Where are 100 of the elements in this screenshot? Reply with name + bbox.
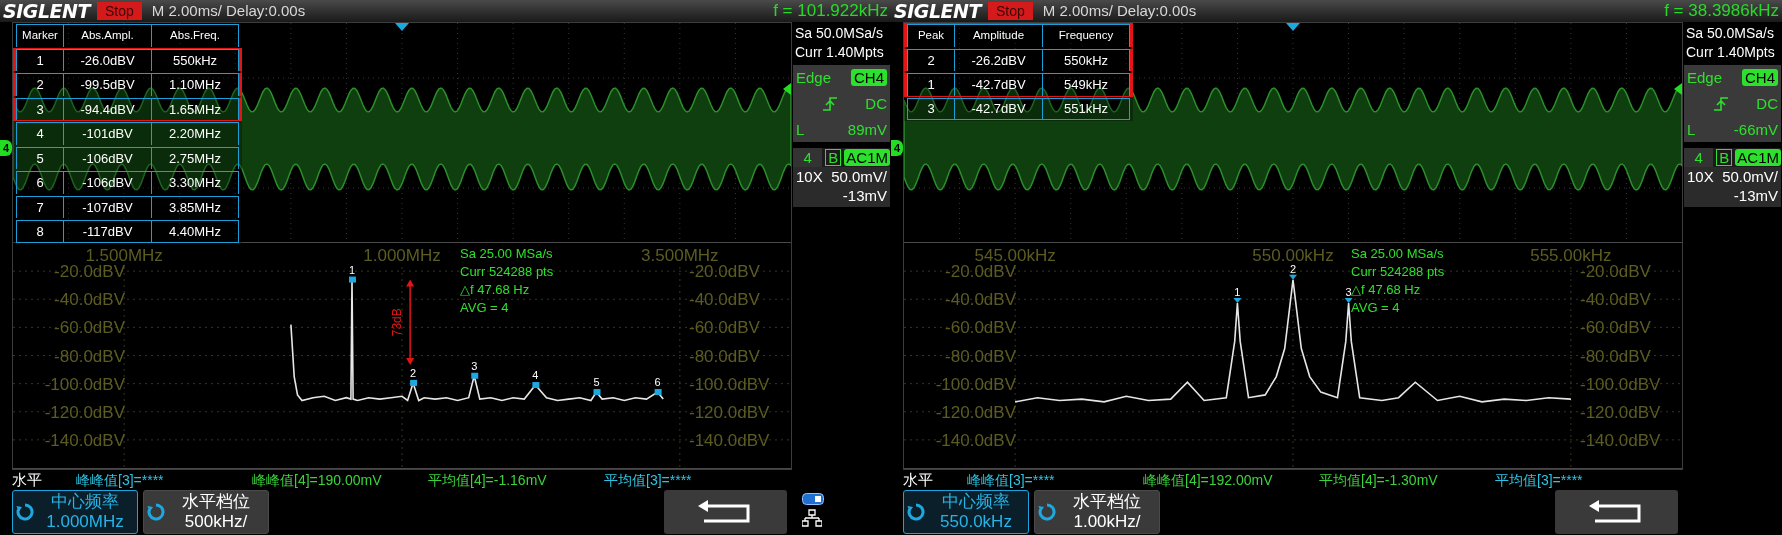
acquisition-info: AVG = 4: [1351, 299, 1401, 317]
axis-label: -100.0dBV: [1580, 374, 1661, 394]
table-cell: -26.0dBV: [63, 48, 151, 71]
axis-label: -40.0dBV: [1580, 290, 1651, 310]
axis-label: -20.0dBV: [945, 262, 1016, 282]
axis-label: 1.500MHz: [85, 246, 163, 265]
marker-label: 5: [593, 376, 600, 389]
marker-icon: [471, 372, 479, 379]
peak-marker-icon: [1344, 298, 1353, 304]
softkey-button[interactable]: 水平档位 500kHz/: [143, 490, 269, 534]
trigger-source-badge: CH4: [1742, 69, 1778, 86]
peak-marker-icon: [1289, 274, 1297, 280]
axis-label: -140.0dBV: [935, 430, 1016, 450]
table-cell: 2: [907, 48, 954, 71]
acquisition-info: △f 47.68 Hz: [1351, 281, 1422, 299]
measurement-readout: 平均值[3]=****: [604, 472, 692, 488]
trigger-level-label: L: [1687, 120, 1696, 139]
peak-marker-icon: [1233, 298, 1242, 304]
table-cell: 550kHz: [151, 48, 239, 71]
table-cell: -106dBV: [63, 171, 151, 194]
trigger-coupling: DC: [1756, 94, 1778, 113]
probe-attenuation: 10X: [1687, 167, 1714, 186]
axis-label: 550.00kHz: [1252, 246, 1334, 265]
bandwidth-limit-badge: B: [825, 149, 842, 166]
measurement-readout: 峰峰值[4]=192.00mV: [1143, 472, 1273, 488]
rotate-icon: [147, 503, 165, 521]
table-cell: 550kHz: [1042, 48, 1130, 71]
axis-label: -40.0dBV: [945, 290, 1016, 310]
marker-label: 4: [532, 369, 539, 382]
back-button[interactable]: [664, 490, 787, 534]
table-cell: -42.7dBV: [954, 97, 1042, 120]
column-header: Frequency: [1042, 24, 1130, 47]
table-cell: -106dBV: [63, 146, 151, 169]
memory-depth-readout: Curr 1.40Mpts: [794, 43, 885, 62]
axis-label: -120.0dBV: [935, 402, 1016, 422]
marker-icon: [593, 389, 601, 396]
channel-marker: 4: [891, 140, 903, 156]
channel-marker: 4: [0, 140, 12, 156]
run-state-badge: Stop: [97, 2, 142, 20]
axis-label: 545.00kHz: [974, 246, 1056, 265]
acquisition-info: Sa 25.00 MSa/s: [460, 245, 554, 263]
axis-label: -80.0dBV: [945, 346, 1016, 366]
column-header: Abs.Ampl.: [63, 24, 151, 47]
brand-logo: SIGLENT: [893, 0, 984, 22]
measurement-readout: 平均值[4]=-1.30mV: [1319, 472, 1438, 488]
sample-rate-readout: Sa 50.0MSa/s: [794, 24, 884, 43]
status-title: 水平: [11, 469, 43, 490]
marker-label: 3: [1345, 286, 1352, 299]
softkey-button[interactable]: 水平档位 1.00kHz/: [1034, 490, 1160, 534]
trigger-level-readout: 89mV: [847, 120, 887, 139]
axis-label: 555.00kHz: [1530, 246, 1612, 265]
table-cell: 5: [16, 146, 63, 169]
axis-label: -60.0dBV: [1580, 318, 1651, 338]
trigger-source-badge: CH4: [851, 69, 887, 86]
coupling-badge: AC1M: [844, 149, 890, 166]
measurement-readout: 平均值[3]=****: [1495, 472, 1583, 488]
rotate-icon: [1038, 503, 1056, 521]
table-cell: 2: [16, 73, 63, 96]
axis-label: -140.0dBV: [689, 430, 770, 450]
axis-label: -80.0dBV: [54, 346, 125, 366]
axis-label: -40.0dBV: [689, 290, 760, 310]
table-cell: -117dBV: [63, 220, 151, 243]
marker-label: 1: [348, 263, 356, 276]
table-cell: -101dBV: [63, 122, 151, 145]
marker-icon: [532, 382, 540, 389]
column-header: Peak: [907, 24, 954, 47]
table-cell: -107dBV: [63, 195, 151, 218]
table-cell: 3.85MHz: [151, 195, 239, 218]
axis-label: -100.0dBV: [44, 374, 125, 394]
back-button[interactable]: [1555, 490, 1678, 534]
timebase-readout: M 2.00ms/ Delay:0.00s: [1042, 0, 1197, 21]
softkey-button[interactable]: 中心频率 1.000MHz: [12, 490, 138, 534]
rotate-icon: [16, 503, 34, 521]
channel-number: 4: [1684, 148, 1714, 167]
memory-depth-readout: Curr 1.40Mpts: [1685, 43, 1776, 62]
marker-label: 3: [471, 359, 478, 372]
trigger-coupling: DC: [865, 94, 887, 113]
axis-label: -120.0dBV: [1580, 402, 1661, 422]
trigger-frequency-readout: f = 38.3986kHz: [1664, 0, 1780, 23]
brand-logo: SIGLENT: [2, 0, 93, 22]
column-header: Marker: [16, 24, 63, 47]
axis-label: -60.0dBV: [945, 318, 1016, 338]
vertical-scale: 50.0mV/: [1722, 167, 1778, 186]
vertical-scale: 50.0mV/: [831, 167, 887, 186]
axis-label: -20.0dBV: [689, 262, 760, 282]
table-cell: 1: [907, 73, 954, 96]
timebase-readout: M 2.00ms/ Delay:0.00s: [151, 0, 306, 21]
column-header: Amplitude: [954, 24, 1042, 47]
axis-label: 3.500MHz: [641, 246, 719, 265]
bandwidth-limit-badge: B: [1716, 149, 1733, 166]
axis-label: -120.0dBV: [689, 402, 770, 422]
axis-label: -80.0dBV: [689, 346, 760, 366]
marker-label: 2: [1289, 262, 1297, 275]
axis-label: -20.0dBV: [54, 262, 125, 282]
table-cell: 2.20MHz: [151, 122, 239, 145]
axis-label: -80.0dBV: [1580, 346, 1651, 366]
axis-label: -100.0dBV: [689, 374, 770, 394]
probe-attenuation: 10X: [796, 167, 823, 186]
table-cell: 549kHz: [1042, 73, 1130, 96]
softkey-button[interactable]: 中心频率 550.0kHz: [903, 490, 1029, 534]
